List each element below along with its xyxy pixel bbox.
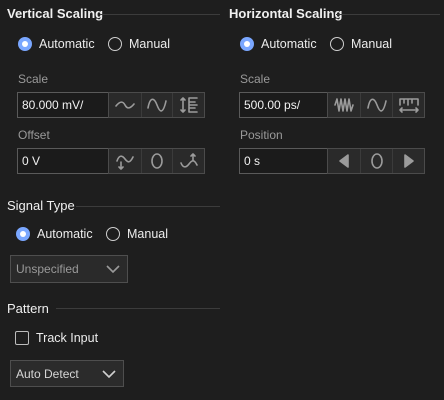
triangle-left-icon xyxy=(339,154,349,168)
radio-indicator xyxy=(106,227,120,241)
vertical-manual-radio[interactable]: Manual xyxy=(108,37,170,51)
horizontal-scale-buttons xyxy=(327,92,425,118)
zero-icon xyxy=(370,153,383,169)
chevron-down-icon xyxy=(106,265,120,274)
horizontal-scaling-divider xyxy=(336,14,440,15)
horizontal-scale-label: Scale xyxy=(240,72,271,86)
track-input-label: Track Input xyxy=(36,331,99,345)
position-left-button[interactable] xyxy=(328,149,360,173)
vertical-offset-buttons xyxy=(108,148,205,174)
pattern-divider xyxy=(56,308,220,309)
horizontal-manual-radio[interactable]: Manual xyxy=(330,37,392,51)
pattern-dropdown[interactable]: Auto Detect xyxy=(10,360,124,387)
signal-type-divider xyxy=(76,206,220,207)
radio-indicator-selected xyxy=(16,227,30,241)
wave-down-icon xyxy=(116,155,134,170)
radio-indicator-selected xyxy=(240,37,254,51)
flat-wave-icon xyxy=(115,101,135,109)
vertical-offset-zero-button[interactable] xyxy=(140,149,173,173)
vertical-autoscale-button[interactable] xyxy=(172,93,204,117)
checkbox-box xyxy=(15,331,29,345)
signal-manual-radio[interactable]: Manual xyxy=(106,227,168,241)
signal-automatic-radio[interactable]: Automatic xyxy=(16,227,93,241)
vertical-offset-label: Offset xyxy=(18,128,50,142)
vertical-automatic-label: Automatic xyxy=(39,37,95,51)
tall-wave-icon xyxy=(147,98,167,112)
horizontal-automatic-radio[interactable]: Automatic xyxy=(240,37,317,51)
triangle-right-icon xyxy=(403,154,414,168)
compressed-wave-icon xyxy=(334,98,354,112)
horizontal-scale-expand-button[interactable] xyxy=(360,93,392,117)
signal-automatic-label: Automatic xyxy=(37,227,93,241)
vertical-scale-buttons xyxy=(108,92,205,118)
signal-type-title: Signal Type xyxy=(7,198,75,213)
vertical-autoscale-icon xyxy=(179,97,198,113)
horizontal-position-input[interactable]: 0 s xyxy=(239,148,328,174)
horizontal-scale-compress-button[interactable] xyxy=(328,93,360,117)
zero-icon xyxy=(151,153,163,169)
radio-indicator xyxy=(330,37,344,51)
horizontal-scale-input[interactable]: 500.00 ps/ xyxy=(239,92,328,118)
horizontal-autoscale-icon xyxy=(398,98,419,113)
horizontal-scaling-title: Horizontal Scaling xyxy=(229,6,343,21)
horizontal-position-buttons xyxy=(327,148,425,174)
vertical-offset-down-button[interactable] xyxy=(109,149,141,173)
vertical-offset-input[interactable]: 0 V xyxy=(17,148,109,174)
vertical-scale-increase-button[interactable] xyxy=(140,93,173,117)
vertical-manual-label: Manual xyxy=(129,37,170,51)
vertical-scale-decrease-button[interactable] xyxy=(109,93,141,117)
vertical-scale-label: Scale xyxy=(18,72,49,86)
vertical-offset-up-button[interactable] xyxy=(172,149,204,173)
horizontal-automatic-label: Automatic xyxy=(261,37,317,51)
vertical-scaling-title: Vertical Scaling xyxy=(7,6,104,21)
signal-type-dropdown[interactable]: Unspecified xyxy=(10,255,128,283)
position-right-button[interactable] xyxy=(392,149,424,173)
pattern-title: Pattern xyxy=(7,301,49,316)
vertical-scaling-divider xyxy=(100,14,220,15)
chevron-down-icon xyxy=(102,369,116,378)
position-zero-button[interactable] xyxy=(360,149,392,173)
vertical-automatic-radio[interactable]: Automatic xyxy=(18,37,95,51)
expanded-wave-icon xyxy=(366,98,387,112)
horizontal-manual-label: Manual xyxy=(351,37,392,51)
horizontal-position-label: Position xyxy=(240,128,283,142)
wave-up-icon xyxy=(179,153,198,168)
radio-indicator-selected xyxy=(18,37,32,51)
pattern-dropdown-value: Auto Detect xyxy=(16,366,79,381)
vertical-scale-input[interactable]: 80.000 mV/ xyxy=(17,92,109,118)
radio-indicator xyxy=(108,37,122,51)
signal-type-dropdown-value: Unspecified xyxy=(16,262,79,276)
signal-manual-label: Manual xyxy=(127,227,168,241)
horizontal-autoscale-button[interactable] xyxy=(392,93,424,117)
track-input-checkbox[interactable]: Track Input xyxy=(15,331,98,345)
